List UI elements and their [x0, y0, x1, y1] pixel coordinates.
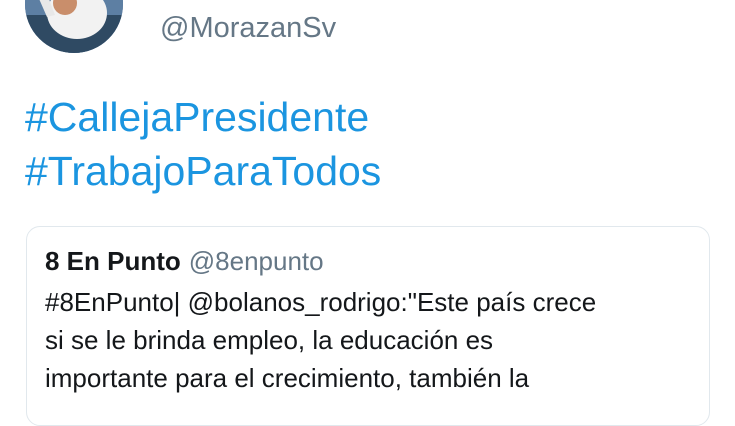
hashtag-calleja-presidente[interactable]: #CallejaPresidente [25, 90, 381, 144]
quoted-tweet-card[interactable]: 8 En Punto @8enpunto #8EnPunto| @bolanos_… [26, 226, 710, 426]
hashtag-trabajo-para-todos[interactable]: #TrabajoParaTodos [25, 144, 381, 198]
tweet-text: #CallejaPresidente #TrabajoParaTodos [25, 90, 381, 198]
quoted-tweet-author-handle: @8enpunto [188, 246, 324, 276]
quoted-tweet-author-name: 8 En Punto [45, 246, 181, 276]
tweet-avatar[interactable] [25, 0, 123, 53]
quoted-tweet-text: #8EnPunto| @bolanos_rodrigo:"Este país c… [45, 283, 695, 397]
tweet-author-handle[interactable]: @MorazanSv [160, 8, 336, 48]
profile-photo-icon [25, 0, 123, 53]
quoted-tweet-line: importante para el crecimiento, también … [45, 363, 530, 393]
quoted-tweet-line: si se le brinda empleo, la educación es [45, 325, 494, 355]
quoted-tweet-line: #8EnPunto| @bolanos_rodrigo:"Este país c… [45, 287, 597, 317]
quoted-tweet-header: 8 En Punto @8enpunto [45, 243, 324, 279]
